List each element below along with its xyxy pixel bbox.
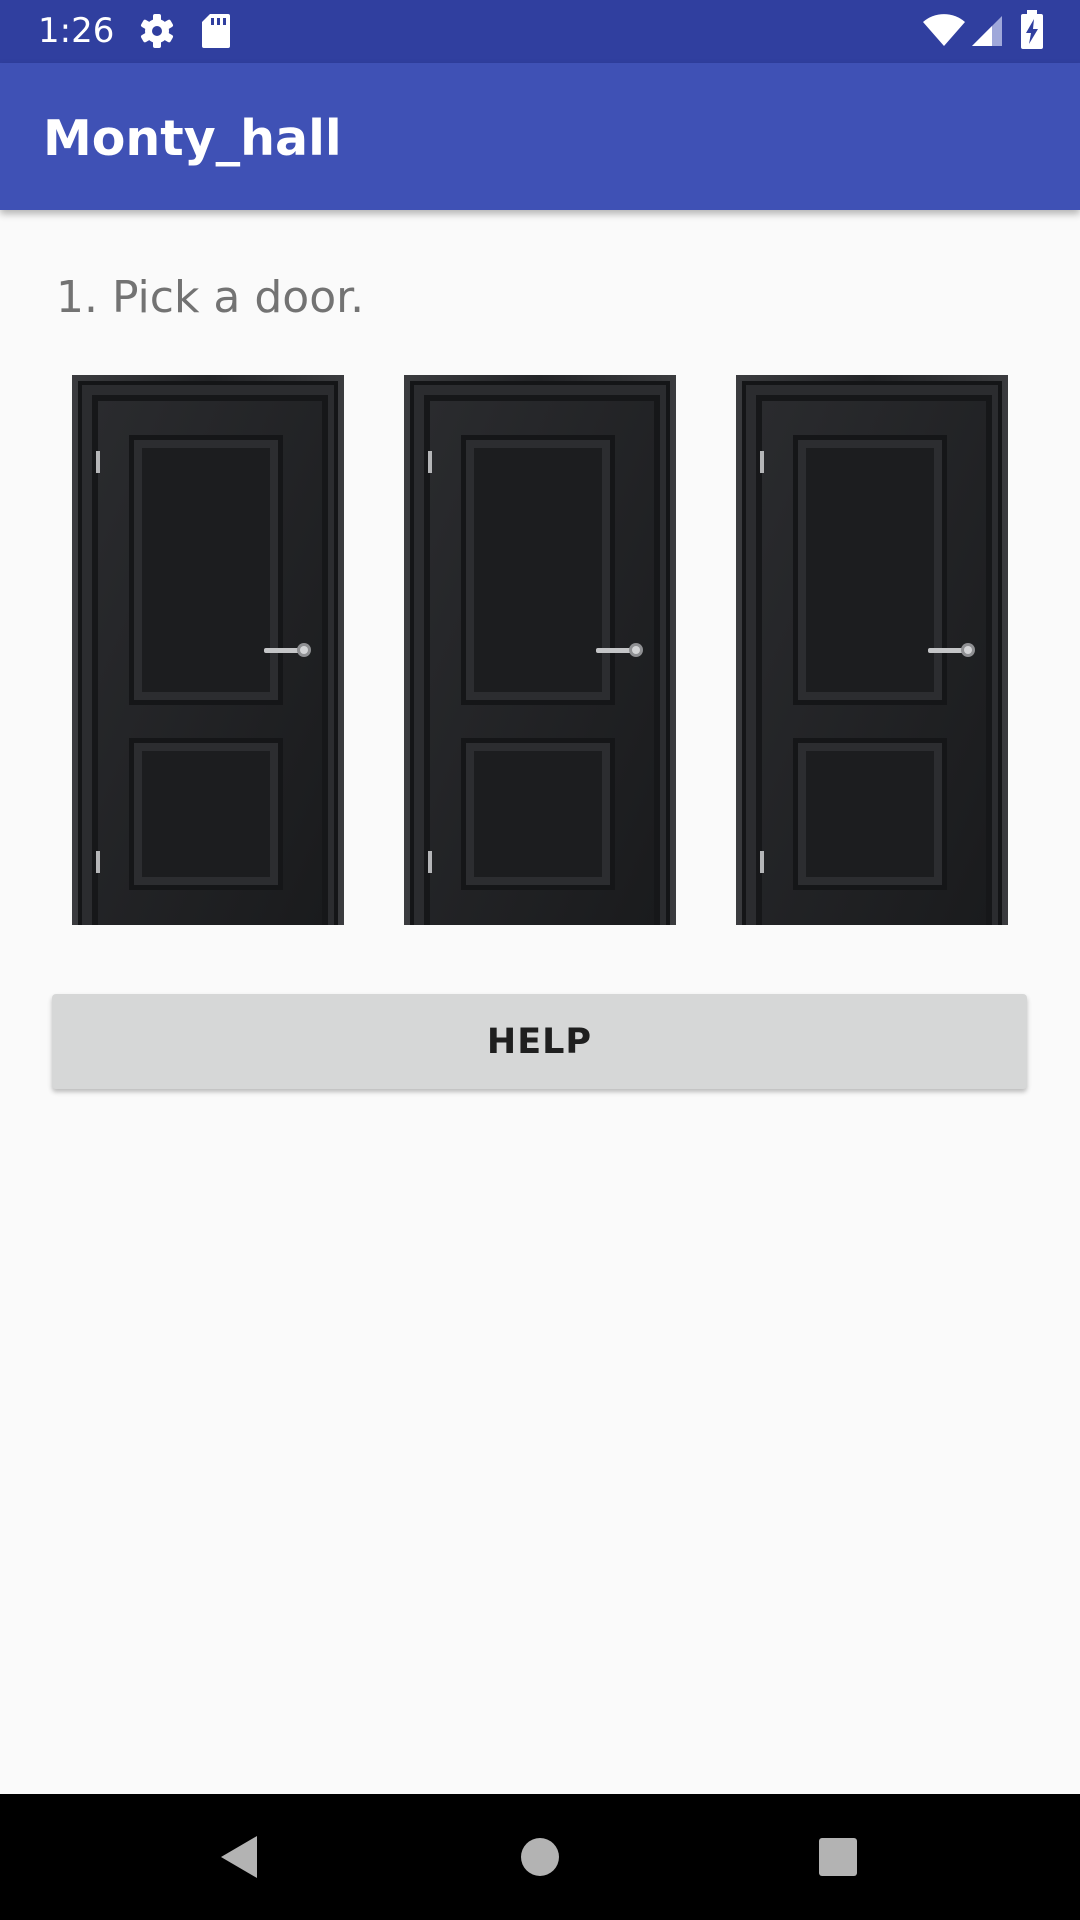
door-1[interactable] <box>72 375 344 925</box>
status-time: 1:26 <box>38 11 115 51</box>
home-icon[interactable] <box>505 1822 575 1892</box>
door-icon <box>736 375 1008 925</box>
door-3[interactable] <box>736 375 1008 925</box>
settings-icon <box>138 12 176 54</box>
recents-icon[interactable] <box>803 1822 873 1892</box>
wifi-icon <box>922 14 966 52</box>
door-icon <box>404 375 676 925</box>
sd-card-icon <box>201 12 231 54</box>
instruction-text: 1. Pick a door. <box>56 272 365 323</box>
battery-charging-icon <box>1020 10 1044 54</box>
app-bar: Monty_hall <box>0 63 1080 210</box>
door-2[interactable] <box>404 375 676 925</box>
back-icon[interactable] <box>205 1822 275 1892</box>
navigation-bar <box>0 1794 1080 1920</box>
door-icon <box>72 375 344 925</box>
app-title: Monty_hall <box>43 110 342 167</box>
cell-signal-icon <box>970 14 1004 52</box>
status-bar: 1:26 <box>0 0 1080 63</box>
help-button[interactable]: HELP <box>52 994 1027 1089</box>
